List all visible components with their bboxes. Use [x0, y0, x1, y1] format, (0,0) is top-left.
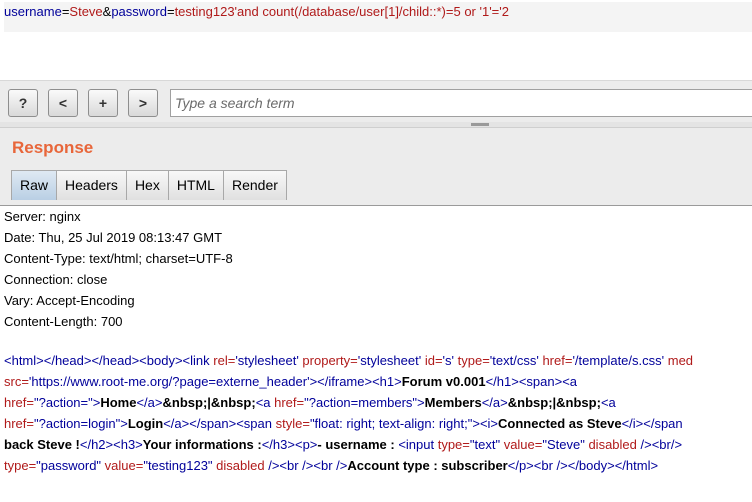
html-token: </h1><span><a: [485, 374, 578, 389]
html-token: </a>: [481, 395, 508, 410]
html-token: "password": [36, 458, 105, 473]
request-token: Steve: [69, 4, 103, 19]
html-token: <input: [398, 437, 438, 452]
response-body[interactable]: Server: nginx Date: Thu, 25 Jul 2019 08:…: [0, 206, 752, 502]
html-token: <html></head></head><body><link: [4, 353, 214, 368]
html-token: ></iframe><h1>: [309, 374, 402, 389]
html-source-line: <html></head></head><body><link rel='sty…: [4, 350, 693, 371]
request-token: password: [111, 4, 167, 19]
html-token: type=: [437, 437, 470, 452]
header-line: Connection: close: [4, 272, 108, 287]
request-token: username: [4, 4, 62, 19]
tab-render[interactable]: Render: [222, 170, 287, 200]
html-source-line: back Steve !</h2><h3>Your informations :…: [4, 434, 693, 455]
html-token: "?action=login">: [34, 416, 128, 431]
html-token: '/template/s.css': [572, 353, 668, 368]
html-token: value=: [503, 437, 543, 452]
request-token: testing123'and count(/database/user[1]/c…: [174, 4, 509, 19]
html-token: src=: [4, 374, 29, 389]
html-token: "testing123": [143, 458, 217, 473]
html-token: &nbsp;|&nbsp;: [507, 395, 601, 410]
html-token: "?action=">: [34, 395, 101, 410]
html-source-line: src='https://www.root-me.org/?page=exter…: [4, 371, 693, 392]
tab-raw[interactable]: Raw: [11, 170, 57, 200]
response-tabs: Raw Headers Hex HTML Render: [11, 170, 287, 200]
request-editor[interactable]: username=Steve&password=testing123'and c…: [0, 0, 752, 80]
html-token: back Steve !: [4, 437, 80, 452]
html-token: id=: [424, 353, 443, 368]
html-token: </i></span: [621, 416, 683, 431]
splitter-grip-icon[interactable]: [471, 123, 489, 126]
html-token: 'text/css': [489, 353, 543, 368]
header-line: Date: Thu, 25 Jul 2019 08:13:47 GMT: [4, 230, 223, 245]
html-token: href=: [542, 353, 573, 368]
html-token: Forum v0.001: [401, 374, 486, 389]
html-token: Your informations :: [142, 437, 262, 452]
html-token: rel=: [213, 353, 236, 368]
html-token: "?action=members">: [304, 395, 425, 410]
html-token: 'https://www.root-me.org/?page=externe_h…: [28, 374, 310, 389]
html-source-line: type="password" value="testing123" disab…: [4, 455, 693, 476]
html-token: href=: [274, 395, 305, 410]
html-token: property=: [302, 353, 358, 368]
html-token: <a: [255, 395, 275, 410]
request-body-line[interactable]: username=Steve&password=testing123'and c…: [4, 2, 752, 32]
response-header: Response Raw Headers Hex HTML Render: [0, 128, 752, 206]
response-title: Response: [12, 138, 94, 157]
html-token: </p><br /></body></html>: [507, 458, 659, 473]
header-line: Content-Type: text/html; charset=UTF-8: [4, 251, 233, 266]
html-token: type=: [4, 458, 37, 473]
html-token: - username :: [317, 437, 399, 452]
response-html-source: <html></head></head><body><link rel='sty…: [4, 350, 693, 476]
html-token: 's': [442, 353, 458, 368]
html-token: Account type : subscriber: [347, 458, 508, 473]
help-button[interactable]: ?: [8, 89, 38, 117]
html-token: </h2><h3>: [79, 437, 143, 452]
html-source-line: href="?action=">Home</a>&nbsp;|&nbsp;<a …: [4, 392, 693, 413]
header-line: Content-Length: 700: [4, 314, 123, 329]
previous-match-button[interactable]: <: [48, 89, 78, 117]
html-token: type=: [457, 353, 490, 368]
html-token: &nbsp;|&nbsp;: [162, 395, 256, 410]
html-token: href=: [4, 416, 34, 431]
tab-hex[interactable]: Hex: [125, 170, 168, 200]
html-token: </a></span><span: [163, 416, 276, 431]
html-token: Connected as Steve: [498, 416, 622, 431]
html-token: </a>: [136, 395, 163, 410]
html-token: href=: [4, 395, 34, 410]
response-headers: Server: nginx Date: Thu, 25 Jul 2019 08:…: [4, 206, 233, 332]
html-token: value=: [104, 458, 144, 473]
html-token: "Steve": [542, 437, 589, 452]
add-button[interactable]: +: [88, 89, 118, 117]
html-token: disabled: [588, 437, 641, 452]
html-source-line: href="?action=login">Login</a></span><sp…: [4, 413, 693, 434]
html-token: med: [667, 353, 694, 368]
html-token: "float: right; text-align: right;"><i>: [309, 416, 499, 431]
request-token: =: [166, 4, 175, 19]
header-line: Server: nginx: [4, 209, 81, 224]
tab-html[interactable]: HTML: [167, 170, 223, 200]
html-token: 'stylesheet': [235, 353, 303, 368]
html-token: /><br /><br />: [268, 458, 348, 473]
header-line: Vary: Accept-Encoding: [4, 293, 135, 308]
html-token: <a: [600, 395, 616, 410]
html-token: style=: [275, 416, 310, 431]
html-token: </h3><p>: [261, 437, 318, 452]
html-token: 'stylesheet': [357, 353, 425, 368]
html-token: "text": [469, 437, 504, 452]
next-match-button[interactable]: >: [128, 89, 158, 117]
html-token: Home: [100, 395, 137, 410]
html-token: /><br/>: [640, 437, 683, 452]
html-token: Login: [127, 416, 164, 431]
html-token: disabled: [216, 458, 269, 473]
tab-headers[interactable]: Headers: [56, 170, 126, 200]
search-input[interactable]: Type a search term: [170, 89, 752, 117]
html-token: Members: [424, 395, 482, 410]
search-toolbar: ? < + > Type a search term: [0, 80, 752, 126]
